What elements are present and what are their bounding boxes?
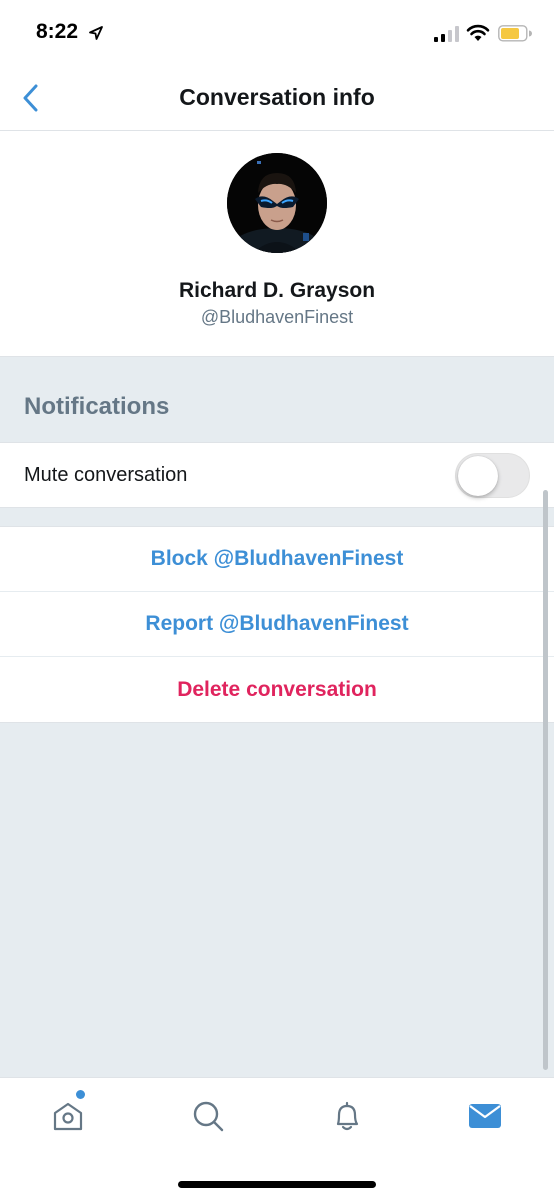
home-notification-badge — [76, 1090, 85, 1099]
nav-bar: Conversation info — [0, 66, 554, 131]
status-time: 8:22 — [36, 20, 79, 43]
mute-conversation-label: Mute conversation — [24, 464, 188, 486]
status-bar: 8:22 — [0, 0, 554, 66]
cellular-signal-icon — [434, 26, 459, 42]
mute-conversation-toggle[interactable] — [455, 453, 530, 498]
wifi-icon — [466, 24, 490, 41]
toggle-knob — [458, 456, 498, 496]
conversation-actions: Block @BludhavenFinest Report @Bludhaven… — [0, 526, 554, 723]
block-user-button[interactable]: Block @BludhavenFinest — [0, 527, 554, 592]
home-indicator[interactable] — [178, 1181, 376, 1188]
tab-home[interactable] — [48, 1096, 88, 1136]
profile-handle: @BludhavenFinest — [200, 307, 354, 327]
tab-search[interactable] — [188, 1096, 228, 1136]
location-arrow-icon — [89, 26, 103, 40]
scrollbar[interactable] — [543, 490, 548, 1070]
avatar-image — [227, 153, 327, 253]
mail-icon — [469, 1104, 501, 1128]
delete-conversation-button[interactable]: Delete conversation — [0, 657, 554, 722]
page-title: Conversation info — [179, 84, 375, 110]
search-icon — [193, 1101, 224, 1132]
notifications-section-title: Notifications — [24, 393, 170, 420]
mute-conversation-row: Mute conversation — [0, 442, 554, 508]
tab-notifications[interactable] — [327, 1096, 367, 1136]
tab-messages[interactable] — [465, 1096, 505, 1136]
avatar[interactable] — [227, 153, 327, 253]
report-user-button[interactable]: Report @BludhavenFinest — [0, 592, 554, 657]
battery-icon — [498, 25, 532, 42]
profile-name: Richard D. Grayson — [178, 279, 376, 302]
profile-section: Richard D. Grayson @BludhavenFinest — [0, 131, 554, 357]
home-icon — [53, 1102, 83, 1131]
bell-icon — [336, 1101, 359, 1131]
